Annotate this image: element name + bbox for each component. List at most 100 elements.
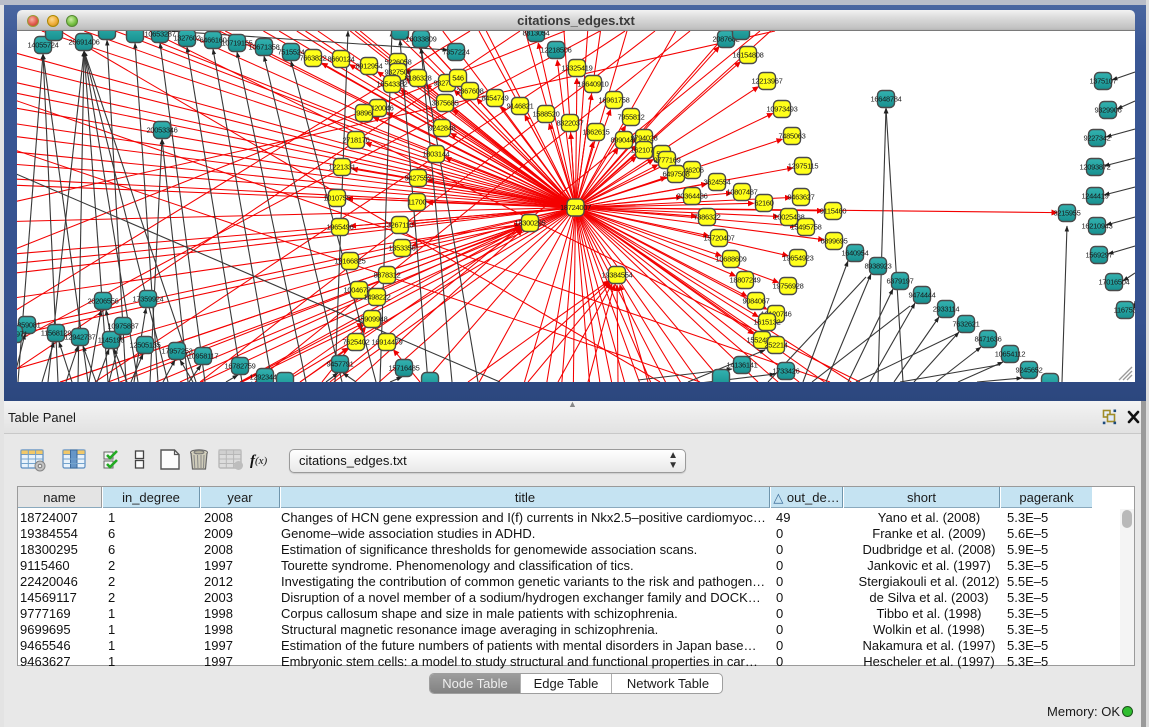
svg-text:1244419: 1244419 xyxy=(1081,192,1108,201)
svg-text:16154808: 16154808 xyxy=(733,51,764,60)
svg-text:20691406: 20691406 xyxy=(69,38,100,47)
svg-text:12218506: 12218506 xyxy=(541,46,572,55)
svg-text:10975887: 10975887 xyxy=(108,322,139,331)
svg-text:15716485: 15716485 xyxy=(389,364,420,373)
svg-text:15720407: 15720407 xyxy=(704,234,735,243)
svg-text:8471636: 8471636 xyxy=(974,335,1001,344)
svg-text:10654112: 10654112 xyxy=(995,350,1026,359)
svg-text:7625402: 7625402 xyxy=(342,338,369,347)
svg-text:1803144: 1803144 xyxy=(422,150,449,159)
svg-text:16961758: 16961758 xyxy=(599,96,630,105)
svg-text:10807487: 10807487 xyxy=(727,188,758,197)
svg-text:16210943: 16210943 xyxy=(1082,222,1113,231)
svg-text:1965496: 1965496 xyxy=(326,223,353,232)
svg-text:8912954: 8912954 xyxy=(355,62,382,71)
svg-text:14136141: 14136141 xyxy=(727,361,758,370)
svg-text:1327602: 1327602 xyxy=(173,34,200,43)
svg-text:1640954: 1640954 xyxy=(841,249,868,258)
svg-text:1588520: 1588520 xyxy=(532,110,559,119)
svg-text:9427552: 9427552 xyxy=(404,174,431,183)
svg-text:12505135: 12505135 xyxy=(130,341,161,350)
svg-text:9457791: 9457791 xyxy=(326,360,353,369)
svg-text:17016504: 17016504 xyxy=(1099,278,1130,287)
svg-text:8938923: 8938923 xyxy=(864,262,891,271)
svg-text:1353356: 1353356 xyxy=(388,244,415,253)
svg-text:18300295: 18300295 xyxy=(515,219,546,228)
svg-text:1362615: 1362615 xyxy=(582,128,609,137)
svg-text:10653287: 10653287 xyxy=(145,31,176,39)
svg-text:12975115: 12975115 xyxy=(788,162,819,171)
svg-text:9777169: 9777169 xyxy=(653,156,680,165)
svg-text:19756928: 19756928 xyxy=(773,282,804,291)
svg-text:10958117: 10958117 xyxy=(188,352,219,361)
svg-text:9329906: 9329906 xyxy=(1094,106,1121,115)
svg-text:8186328: 8186328 xyxy=(404,74,431,83)
svg-text:17359924: 17359924 xyxy=(133,295,164,304)
svg-text:18807249: 18807249 xyxy=(730,276,761,285)
svg-text:20206556: 20206556 xyxy=(88,297,119,306)
svg-text:20364436: 20364436 xyxy=(677,192,708,201)
svg-text:3267110: 3267110 xyxy=(387,221,414,230)
svg-text:9227342: 9227342 xyxy=(1083,134,1110,143)
svg-text:15909948: 15909948 xyxy=(357,315,388,324)
svg-text:1733426: 1733426 xyxy=(772,367,799,376)
svg-text:1221331: 1221331 xyxy=(328,163,355,172)
svg-text:13325419: 13325419 xyxy=(562,64,593,73)
svg-text:16543382: 16543382 xyxy=(377,80,408,89)
svg-text:16914479: 16914479 xyxy=(372,338,403,347)
svg-text:7955812: 7955812 xyxy=(617,113,644,122)
svg-text:7663822: 7663822 xyxy=(299,54,326,63)
svg-text:9245652: 9245652 xyxy=(1015,366,1042,375)
svg-text:9463627: 9463627 xyxy=(787,193,814,202)
svg-text:2718176: 2718176 xyxy=(342,136,369,145)
svg-text:8813054: 8813054 xyxy=(522,31,549,38)
svg-text:10671358: 10671358 xyxy=(249,43,280,52)
svg-text:(x): (x) xyxy=(255,455,268,467)
svg-text:19654923: 19654923 xyxy=(783,254,814,263)
svg-text:9242848: 9242848 xyxy=(428,124,455,133)
svg-text:9474444: 9474444 xyxy=(908,291,935,300)
svg-text:3624554: 3624554 xyxy=(703,178,730,187)
svg-text:1498222: 1498222 xyxy=(363,293,390,302)
svg-text:3915971: 3915971 xyxy=(17,330,28,339)
svg-text:8322037: 8322037 xyxy=(556,119,583,128)
svg-text:546: 546 xyxy=(452,74,464,83)
svg-text:18640910: 18640910 xyxy=(578,80,609,89)
svg-text:7386322: 7386322 xyxy=(693,213,720,222)
svg-text:3875685: 3875685 xyxy=(431,99,458,108)
svg-text:62160: 62160 xyxy=(754,199,773,208)
svg-text:8660124: 8660124 xyxy=(327,55,354,64)
svg-text:15495758: 15495758 xyxy=(791,223,822,232)
svg-text:9115460: 9115460 xyxy=(820,207,847,216)
svg-text:9896: 9896 xyxy=(356,109,372,118)
svg-text:16648784: 16648784 xyxy=(871,95,902,104)
svg-text:6497508: 6497508 xyxy=(662,170,689,179)
svg-text:19384554: 19384554 xyxy=(602,271,633,280)
svg-text:8454749: 8454749 xyxy=(481,94,508,103)
svg-text:10973493: 10973493 xyxy=(767,105,798,114)
svg-text:12213967: 12213967 xyxy=(752,77,783,86)
svg-text:1010755: 1010755 xyxy=(323,194,350,203)
svg-text:7485063: 7485063 xyxy=(778,132,805,141)
svg-text:8878312: 8878312 xyxy=(373,271,400,280)
svg-text:19166825: 19166825 xyxy=(335,257,366,266)
svg-text:2367608: 2367608 xyxy=(456,87,483,96)
svg-text:12093872: 12093872 xyxy=(1080,163,1111,172)
svg-text:16782759: 16782759 xyxy=(225,362,256,371)
svg-text:6379197: 6379197 xyxy=(886,277,913,286)
svg-text:252214: 252214 xyxy=(764,341,787,350)
svg-text:116753: 116753 xyxy=(1114,306,1135,315)
svg-text:9146821: 9146821 xyxy=(506,102,533,111)
svg-text:11700: 11700 xyxy=(408,198,427,207)
svg-text:1375107: 1375107 xyxy=(1089,77,1116,86)
svg-text:16033809: 16033809 xyxy=(406,35,437,44)
svg-text:7357224: 7357224 xyxy=(442,48,469,57)
svg-text:6899695: 6899695 xyxy=(820,237,847,246)
svg-text:7632621: 7632621 xyxy=(952,320,979,329)
svg-text:1569297: 1569297 xyxy=(1085,251,1112,260)
svg-text:2933114: 2933114 xyxy=(933,305,960,314)
svg-text:9084067: 9084067 xyxy=(742,297,769,306)
svg-text:12942737: 12942737 xyxy=(65,333,96,342)
svg-text:10688609: 10688609 xyxy=(716,255,747,264)
svg-text:14055724: 14055724 xyxy=(28,41,59,50)
